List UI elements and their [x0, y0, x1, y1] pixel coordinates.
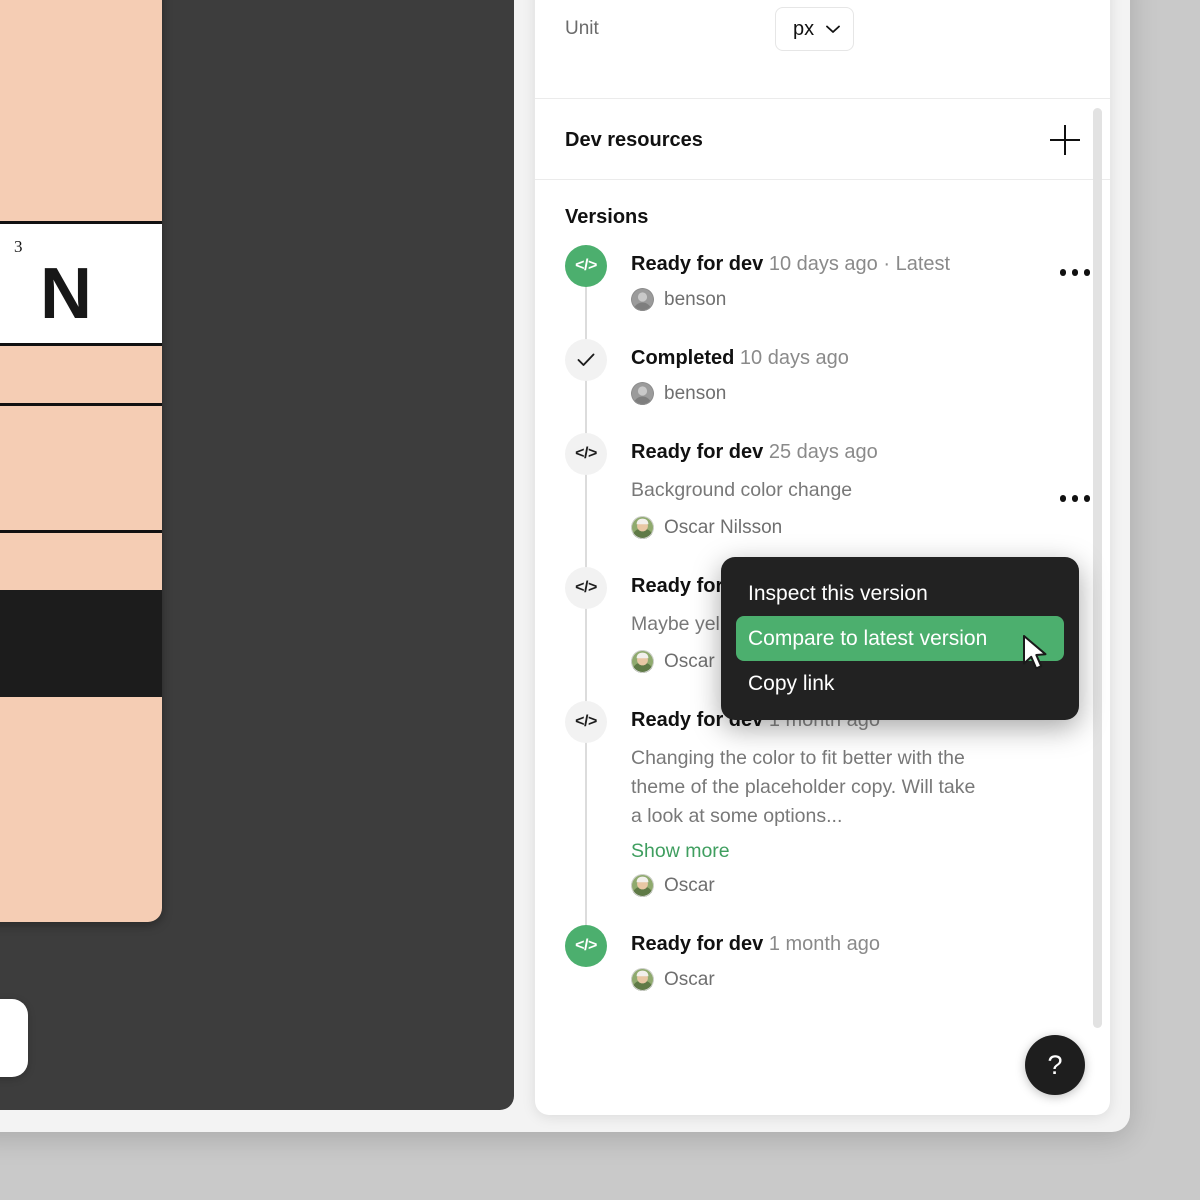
version-heading: Completed 10 days ago: [631, 345, 1080, 371]
version-author: benson: [631, 288, 1080, 311]
avatar-image: [631, 874, 654, 897]
show-more-link[interactable]: Show more: [631, 840, 730, 863]
version-timeline-rail: </>: [565, 701, 607, 945]
unit-value: px: [793, 17, 815, 40]
author-name: Oscar Nilsson: [664, 516, 783, 538]
avatar: [631, 968, 654, 991]
version-more-options-button[interactable]: [1059, 269, 1090, 276]
check-icon: [565, 339, 607, 381]
help-label: ?: [1047, 1049, 1063, 1080]
version-author: Oscar Nilsson: [631, 516, 1080, 539]
unit-label: Unit: [565, 18, 599, 39]
versions-title: Versions: [565, 206, 649, 228]
version-timeline-rail: </>: [565, 433, 607, 587]
menu-item-inspect-this-version[interactable]: Inspect this version: [736, 571, 1064, 616]
version-status: Ready for dev: [631, 933, 764, 955]
art-cell-black: [0, 590, 162, 697]
art-divider: [0, 403, 162, 406]
version-heading: Ready for dev 10 days ago · Latest: [631, 251, 1080, 277]
version-body: Completed 10 days ago benson: [607, 339, 1080, 433]
version-status: Ready for dev: [631, 441, 764, 463]
menu-item-compare-to-latest-version[interactable]: Compare to latest version: [736, 616, 1064, 661]
avatar: [631, 874, 654, 897]
version-description: Changing the color to fit better with th…: [631, 747, 976, 827]
menu-item-copy-link[interactable]: Copy link: [736, 661, 1064, 706]
code-icon: </>: [565, 245, 607, 287]
version-status: Completed: [631, 347, 735, 369]
artwork-cell-letter: N: [40, 254, 92, 334]
avatar: [631, 650, 654, 673]
version-status: Ready for dev: [631, 253, 764, 275]
version-description: Background color change: [631, 479, 853, 501]
avatar-image: [631, 288, 654, 311]
avatar-image: [631, 382, 654, 405]
version-item[interactable]: </> Ready for dev 25 days ago Background c…: [535, 433, 1110, 587]
version-item[interactable]: Completed 10 days ago benson: [535, 339, 1110, 453]
version-time: 1 month ago: [768, 933, 881, 955]
version-item[interactable]: </> Ready for dev 1 month ago Oscar: [535, 925, 1110, 1019]
version-heading: Ready for dev 25 days ago: [631, 439, 1080, 465]
versions-header: Versions: [535, 180, 1110, 239]
version-timeline-rail: </>: [565, 567, 607, 721]
version-time: 10 days ago · Latest: [768, 253, 951, 275]
version-item[interactable]: </> Ready for dev 10 days ago · Latest ben…: [535, 245, 1110, 359]
plus-icon[interactable]: [1050, 125, 1080, 155]
avatar: [631, 382, 654, 405]
check-icon: [577, 353, 595, 366]
avatar-image: [631, 968, 654, 991]
version-time: 25 days ago: [768, 441, 878, 463]
dev-resources-title: Dev resources: [565, 128, 703, 151]
version-body: Ready for dev 1 month ago Oscar: [607, 925, 1080, 1019]
code-icon: </>: [565, 433, 607, 475]
author-name: benson: [664, 382, 727, 404]
code-icon: </>: [565, 567, 607, 609]
panel-scrollbar[interactable]: [1093, 108, 1102, 1028]
version-author: benson: [631, 382, 1080, 405]
code-icon: </>: [565, 701, 607, 743]
avatar: [631, 288, 654, 311]
version-more-options-button[interactable]: [1059, 495, 1090, 502]
version-time: 10 days ago: [739, 347, 849, 369]
artwork-frame[interactable]: 3 N too !: [0, 0, 162, 922]
artwork-cell-number: 3: [14, 237, 23, 256]
version-heading: Ready for dev 1 month ago: [631, 931, 1080, 957]
version-timeline-rail: [565, 339, 607, 453]
version-author: Oscar: [631, 968, 1080, 991]
help-button[interactable]: ?: [1025, 1035, 1085, 1095]
avatar-image: [631, 650, 654, 673]
unit-select[interactable]: px: [775, 7, 855, 51]
version-timeline-rail: </>: [565, 245, 607, 359]
avatar-image: [631, 516, 654, 539]
art-divider: [0, 530, 162, 533]
version-context-menu: Inspect this version Compare to latest ve…: [721, 557, 1079, 720]
version-author: Oscar: [631, 874, 1080, 897]
version-timeline-rail: </>: [565, 925, 607, 1019]
chat-button[interactable]: [0, 999, 28, 1077]
art-divider: [0, 343, 162, 346]
avatar: [631, 516, 654, 539]
version-item[interactable]: </> Ready for dev 1 month ago Changing the…: [535, 701, 1110, 945]
version-body: Ready for dev 10 days ago · Latest benson: [607, 245, 1080, 339]
design-canvas[interactable]: 3 N too !: [0, 0, 514, 1110]
version-body: Ready for dev 25 days ago Background colo…: [607, 433, 1080, 567]
author-name: Oscar: [664, 968, 715, 990]
author-name: Oscar: [664, 874, 715, 896]
setting-row-unit: Unit px: [535, 0, 1110, 58]
chevron-down-icon: [826, 25, 841, 33]
version-body: Ready for dev 1 month ago Changing the co…: [607, 701, 1080, 925]
art-divider: [0, 221, 162, 224]
code-icon: </>: [565, 925, 607, 967]
author-name: benson: [664, 288, 727, 310]
dev-resources-header: Dev resources: [535, 99, 1110, 179]
app-window: 3 N too ! Language CSS: [0, 0, 1130, 1132]
